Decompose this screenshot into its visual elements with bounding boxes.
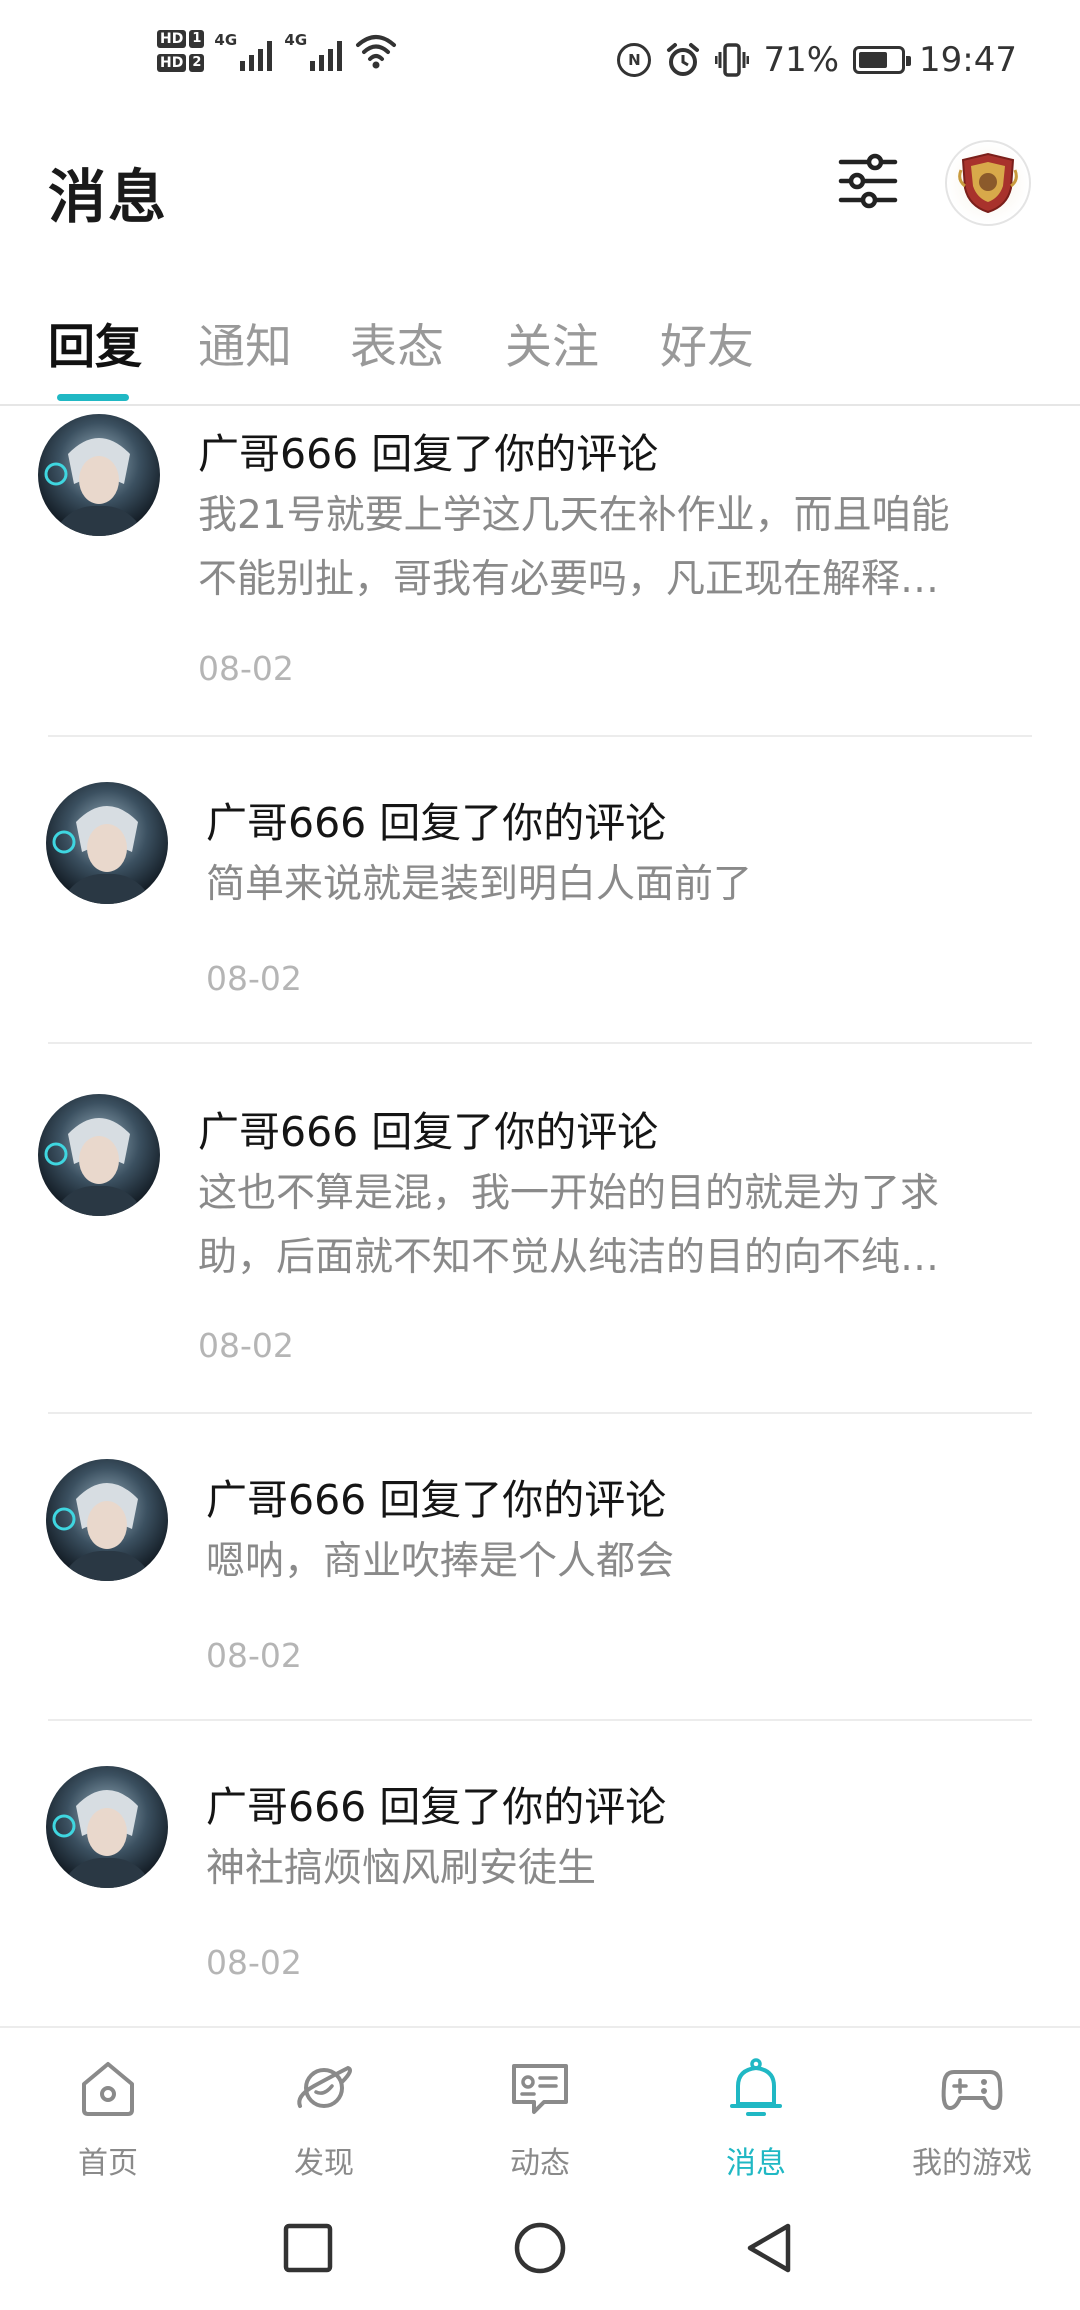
battery-icon: [853, 46, 912, 74]
message-date: 08-02: [206, 1943, 302, 1982]
message-body: 神社搞烦恼风刷安徒生: [206, 1837, 1006, 1901]
nav-label-my-games: 我的游戏: [912, 2146, 1032, 2181]
bottom-navigation: 首页 发现 动态 消息 我的游戏: [0, 2026, 1080, 2190]
hd-badge-1: HD: [157, 30, 187, 48]
page-title: 消息: [48, 163, 169, 231]
message-body: 这也不算是混，我一开始的目的就是为了求 助，后面就不知不觉从纯洁的目的向不纯…: [198, 1162, 998, 1290]
back-triangle-icon[interactable]: [742, 2220, 798, 2276]
nav-label-discover: 发现: [294, 2146, 354, 2181]
message-body-line: 嗯呐，商业吹捧是个人都会: [206, 1539, 675, 1584]
message-body-line: 简单来说就是装到明白人面前了: [206, 862, 753, 907]
alarm-icon: [667, 43, 700, 76]
active-tab-indicator: [57, 394, 129, 401]
nav-messages[interactable]: 消息: [648, 2028, 864, 2190]
nav-feed[interactable]: 动态: [432, 2028, 648, 2190]
message-body-line: 神社搞烦恼风刷安徒生: [206, 1846, 597, 1891]
message-title: 广哥666 回复了你的评论: [198, 430, 659, 478]
sender-avatar[interactable]: [46, 1766, 168, 1888]
filter-settings-icon[interactable]: [835, 148, 901, 214]
message-date: 08-02: [206, 959, 302, 998]
battery-percent: 71%: [763, 40, 840, 80]
chat-card-icon: [512, 2064, 568, 2114]
message-date: 08-02: [206, 1636, 302, 1675]
message-body-line: 我21号就要上学这几天在补作业，而且咱能: [198, 493, 950, 538]
message-body: 嗯呐，商业吹捧是个人都会: [206, 1530, 1006, 1594]
message-title: 广哥666 回复了你的评论: [206, 1476, 667, 1524]
message-body-line: 不能别扯，哥我有必要吗，凡正现在解释…: [198, 557, 940, 602]
sender-avatar[interactable]: [38, 414, 160, 536]
message-list: 广哥666 回复了你的评论 我21号就要上学这几天在补作业，而且咱能 不能别扯，…: [0, 404, 1080, 2024]
hd-badge-2: HD: [157, 54, 187, 72]
user-avatar[interactable]: [945, 140, 1031, 226]
message-date: 08-02: [198, 1326, 294, 1365]
message-title: 广哥666 回复了你的评论: [206, 799, 667, 847]
tab-reaction[interactable]: 表态: [350, 308, 444, 377]
list-item[interactable]: 广哥666 回复了你的评论 我21号就要上学这几天在补作业，而且咱能 不能别扯，…: [0, 404, 1080, 734]
clock: 19:47: [919, 40, 1017, 80]
nav-label-feed: 动态: [510, 2146, 570, 2181]
sender-avatar[interactable]: [38, 1094, 160, 1216]
list-item[interactable]: 广哥666 回复了你的评论 这也不算是混，我一开始的目的就是为了求 助，后面就不…: [0, 1044, 1080, 1412]
wifi-icon: [356, 35, 397, 69]
tab-follow[interactable]: 关注: [505, 308, 599, 377]
home-icon: [82, 2062, 134, 2116]
nav-home[interactable]: 首页: [0, 2028, 216, 2190]
message-body-line: 这也不算是混，我一开始的目的就是为了求: [198, 1171, 940, 1216]
tab-reply[interactable]: 回复: [48, 308, 142, 377]
message-body: 简单来说就是装到明白人面前了: [206, 853, 1006, 917]
system-navigation-bar: [0, 2190, 1080, 2310]
nav-label-messages: 消息: [726, 2146, 786, 2181]
message-body: 我21号就要上学这几天在补作业，而且咱能 不能别扯，哥我有必要吗，凡正现在解释…: [198, 484, 998, 612]
message-date: 08-02: [198, 649, 294, 688]
status-bar: HD 1 HD 2 4G 4G N 71% 19:47: [0, 0, 1080, 125]
planet-icon: [297, 2065, 352, 2108]
recents-square-icon[interactable]: [280, 2220, 336, 2276]
home-circle-icon[interactable]: [512, 2220, 568, 2276]
message-title: 广哥666 回复了你的评论: [206, 1783, 667, 1831]
sender-avatar[interactable]: [46, 782, 168, 904]
list-item[interactable]: 广哥666 回复了你的评论 神社搞烦恼风刷安徒生 08-02: [0, 1721, 1080, 2024]
vibrate-icon: [715, 43, 750, 77]
gamepad-icon: [941, 2070, 1003, 2110]
nav-label-home: 首页: [78, 2146, 138, 2181]
sim-indicators: HD 1 HD 2: [157, 30, 205, 72]
message-body-line: 助，后面就不知不觉从纯洁的目的向不纯…: [198, 1235, 940, 1280]
message-tabs: 回复 通知 表态 关注 好友: [0, 300, 1080, 406]
tab-friends[interactable]: 好友: [660, 308, 754, 377]
list-item[interactable]: 广哥666 回复了你的评论 简单来说就是装到明白人面前了 08-02: [0, 737, 1080, 1042]
sender-avatar[interactable]: [46, 1459, 168, 1581]
message-title: 广哥666 回复了你的评论: [198, 1108, 659, 1156]
battery-fill: [859, 52, 888, 68]
crest-icon: [958, 152, 1018, 214]
bell-icon: [730, 2058, 782, 2116]
tab-notice[interactable]: 通知: [198, 308, 292, 377]
signal-icon-1: 4G: [214, 31, 273, 71]
signal-icon-2: 4G: [284, 31, 343, 71]
data-saver-icon: N: [617, 43, 652, 77]
list-item[interactable]: 广哥666 回复了你的评论 嗯呐，商业吹捧是个人都会 08-02: [0, 1414, 1080, 1719]
nav-discover[interactable]: 发现: [216, 2028, 432, 2190]
nav-my-games[interactable]: 我的游戏: [864, 2028, 1080, 2190]
